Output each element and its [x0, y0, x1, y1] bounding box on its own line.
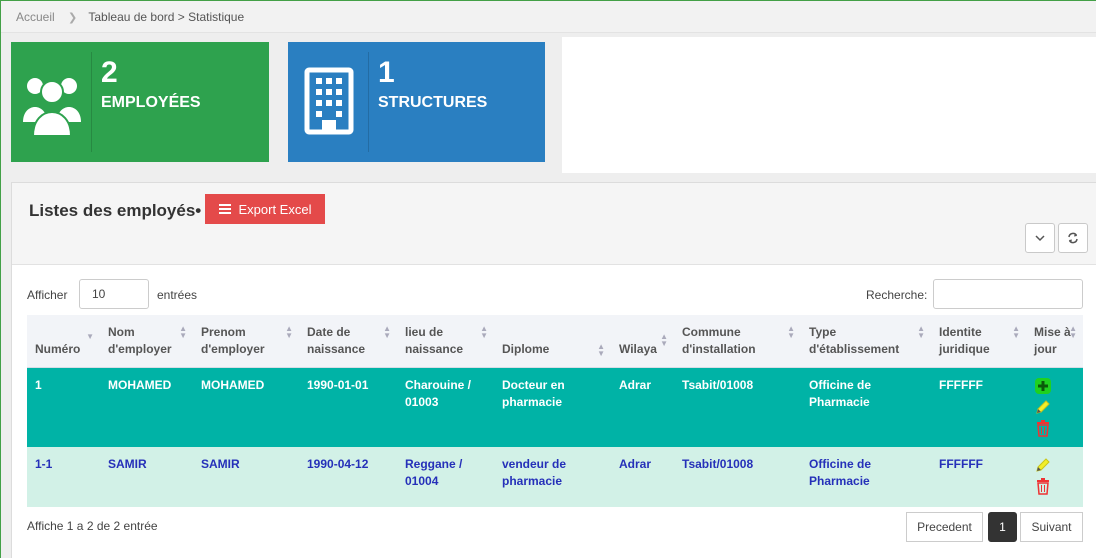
cell-commune: Tsabit/01008 [674, 367, 801, 447]
column-header[interactable]: lieu de naissance ▲ ▼ [397, 315, 494, 368]
cell-lieu: Charouine / 01003 [397, 367, 494, 447]
table-info: Affiche 1 a 2 de 2 entrée [27, 519, 158, 533]
stat-employees-label: EMPLOYÉES [101, 94, 201, 111]
refresh-button[interactable] [1058, 223, 1088, 253]
cell-prenom: SAMIR [193, 447, 299, 507]
panel-header: Listes des employés• Export Excel [12, 183, 1096, 265]
refresh-icon [1068, 232, 1078, 244]
sort-icon: ▲ ▼ [660, 332, 668, 348]
column-header[interactable]: Commune d'installation ▲ ▼ [674, 315, 801, 368]
sort-icon: ▲ ▼ [1012, 324, 1020, 340]
export-excel-button[interactable]: Export Excel [205, 194, 325, 224]
stat-employees-value: 2 [101, 56, 118, 89]
show-entries-label: Afficher [27, 288, 68, 302]
sort-icon: ▲ ▼ [787, 324, 795, 340]
search-input[interactable] [933, 279, 1083, 309]
stat-structures-label: STRUCTURES [378, 94, 488, 111]
sort-icon: ▲ ▼ [383, 324, 391, 340]
cell-commune: Tsabit/01008 [674, 447, 801, 507]
trash-icon[interactable] [1034, 477, 1052, 495]
column-header[interactable]: Nom d'employer ▲ ▼ [100, 315, 193, 368]
page-1-button[interactable]: 1 [988, 512, 1017, 542]
stat-structures-value: 1 [378, 56, 395, 89]
search-label: Recherche: [866, 288, 928, 302]
column-header[interactable]: Diplome ▲ ▼ [494, 315, 611, 368]
pencil-icon[interactable] [1034, 456, 1052, 474]
cell-numero: 1 [27, 367, 100, 447]
sort-icon: ▲ ▼ [597, 342, 605, 358]
column-header[interactable]: Date de naissance ▲ ▼ [299, 315, 397, 368]
column-header[interactable]: Identite juridique ▲ ▼ [931, 315, 1026, 368]
cell-lieu: Reggane / 01004 [397, 447, 494, 507]
column-header[interactable]: Wilaya ▲ ▼ [611, 315, 674, 368]
chevron-down-icon [1035, 235, 1045, 242]
collapse-button[interactable] [1025, 223, 1055, 253]
cell-type: Officine de Pharmacie [801, 367, 931, 447]
sort-icon: ▲ ▼ [1069, 324, 1077, 340]
cell-date: 1990-01-01 [299, 367, 397, 447]
cell-type: Officine de Pharmacie [801, 447, 931, 507]
entries-label: entrées [157, 288, 198, 302]
cell-actions [1026, 447, 1083, 507]
cell-nom: SAMIR [100, 447, 193, 507]
stat-card-structures[interactable]: 1 STRUCTURES [288, 42, 545, 162]
column-header[interactable]: Numéro ▼ [27, 315, 100, 368]
export-excel-label: Export Excel [238, 201, 312, 217]
employees-table: Numéro ▼ Nom d'employer ▲ ▼ Prenom d'employ… [27, 315, 1083, 507]
cell-diplome: Docteur en pharmacie [494, 367, 611, 447]
employees-panel: Listes des employés• Export Excel Affich… [11, 182, 1096, 558]
panel-title: Listes des employés• [29, 201, 202, 220]
previous-page-button[interactable]: Precedent [906, 512, 983, 542]
page-length-select[interactable] [79, 279, 149, 309]
cell-diplome: vendeur de pharmacie [494, 447, 611, 507]
cell-wilaya: Adrar [611, 367, 674, 447]
sort-icon: ▲ ▼ [917, 324, 925, 340]
bars-icon [218, 204, 231, 214]
sort-icon: ▲ ▼ [179, 324, 187, 340]
cell-date: 1990-04-12 [299, 447, 397, 507]
cell-identite: FFFFFF [931, 447, 1026, 507]
building-icon [304, 67, 354, 135]
cell-wilaya: Adrar [611, 447, 674, 507]
column-header[interactable]: Mise à jour ▲ ▼ [1026, 315, 1083, 368]
column-header[interactable]: Prenom d'employer ▲ ▼ [193, 315, 299, 368]
stat-card-employees[interactable]: 2 EMPLOYÉES [11, 42, 269, 162]
pencil-icon[interactable] [1034, 398, 1052, 416]
breadcrumb-home-link[interactable]: Accueil [16, 10, 55, 24]
sort-icon: ▲ ▼ [285, 324, 293, 340]
cell-prenom: MOHAMED [193, 367, 299, 447]
cell-numero: 1-1 [27, 447, 100, 507]
add-icon[interactable] [1034, 377, 1052, 395]
table-row[interactable]: 1-1 SAMIR SAMIR 1990-04-12 Reggane / 010… [27, 447, 1083, 507]
cell-actions [1026, 367, 1083, 447]
column-header[interactable]: Type d'établissement ▲ ▼ [801, 315, 931, 368]
cell-nom: MOHAMED [100, 367, 193, 447]
sort-desc-icon: ▼ [86, 332, 94, 341]
breadcrumb: Accueil ❯ Tableau de bord > Statistique [1, 1, 1096, 33]
chevron-right-icon: ❯ [68, 12, 78, 24]
table-header-row: Numéro ▼ Nom d'employer ▲ ▼ Prenom d'employ… [27, 315, 1083, 368]
breadcrumb-current: Tableau de bord > Statistique [88, 10, 245, 24]
cell-identite: FFFFFF [931, 367, 1026, 447]
sort-icon: ▲ ▼ [480, 324, 488, 340]
empty-widget-area [562, 37, 1096, 173]
next-page-button[interactable]: Suivant [1020, 512, 1083, 542]
table-row[interactable]: 1 MOHAMED MOHAMED 1990-01-01 Charouine /… [27, 367, 1083, 447]
trash-icon[interactable] [1034, 419, 1052, 437]
users-icon [23, 78, 81, 136]
